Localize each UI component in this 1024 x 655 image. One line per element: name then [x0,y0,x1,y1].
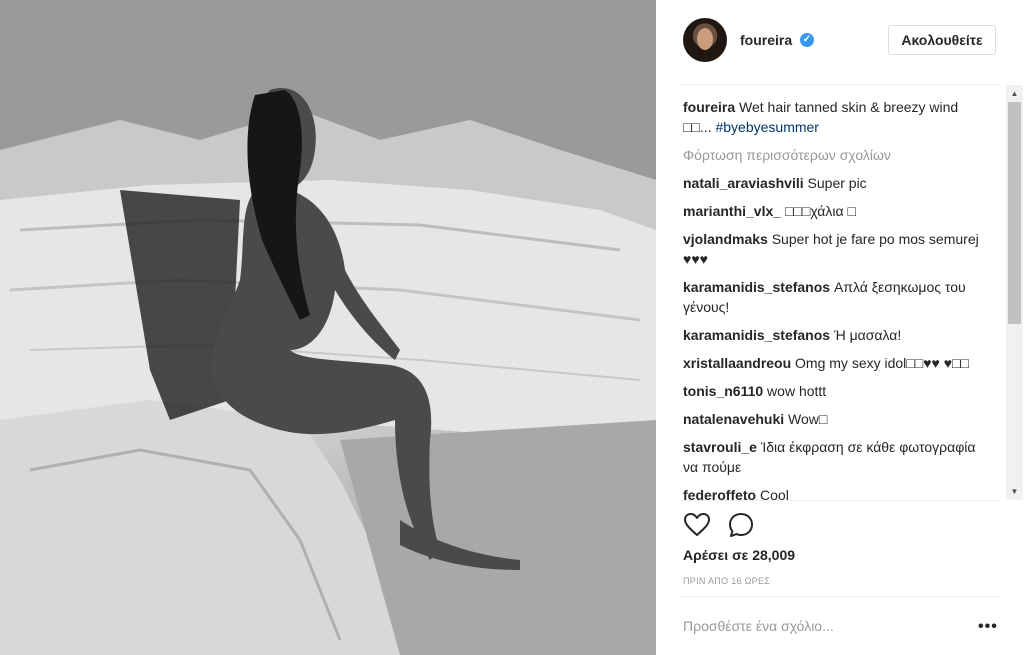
following-button[interactable]: Ακολουθείτε [888,25,996,55]
comment-username[interactable]: natalenavehuki [683,411,784,427]
comment-username[interactable]: karamanidis_stefanos [683,327,830,343]
comment-item: vjolandmaks Super hot je fare po mos sem… [683,229,980,269]
actions-divider [680,500,1000,501]
heart-icon[interactable] [683,511,711,539]
comment-username[interactable]: federoffeto [683,487,756,500]
comment-item: federoffeto Cool [683,485,980,500]
comment-bubble-icon[interactable] [727,511,755,539]
comment-item: tonis_n6110 wow hottt [683,381,980,401]
comment-item: karamanidis_stefanos Απλά ξεσηκωμος του … [683,277,980,317]
comment-text: □□□χάλια □ [784,203,856,219]
more-options-icon[interactable]: ••• [978,618,998,636]
comment-username[interactable]: natali_araviashvili [683,175,804,191]
caption-username[interactable]: foureira [683,99,735,115]
scroll-up-arrow-icon[interactable]: ▲ [1006,85,1023,102]
comments-list: foureira Wet hair tanned skin & breezy w… [683,97,980,500]
instagram-post-view: foureira ✓ Ακολουθείτε foureira Wet hair… [0,0,1024,655]
header-divider [680,84,1000,85]
post-side-panel: foureira ✓ Ακολουθείτε foureira Wet hair… [656,0,1024,655]
comment-text: Omg my sexy idol□□♥♥ ♥□□ [795,355,969,371]
comment-text: Super pic [807,175,867,191]
comment-box-divider [680,596,1000,597]
header-username[interactable]: foureira [740,32,792,48]
post-header: foureira ✓ Ακολουθείτε [656,0,1024,84]
scrollbar-thumb[interactable] [1008,102,1021,324]
comment-username[interactable]: xristallaandreou [683,355,791,371]
comment-item: natali_araviashvili Super pic [683,173,980,193]
scroll-down-arrow-icon[interactable]: ▼ [1006,483,1023,500]
comment-username[interactable]: vjolandmaks [683,231,768,247]
comment-text: wow hottt [767,383,827,399]
caption-hashtag[interactable]: #byebyesummer [715,119,819,135]
avatar[interactable] [683,18,727,62]
comment-text: Cool [760,487,789,500]
add-comment-input[interactable] [683,614,963,638]
post-timestamp: ΠΡΙΝ ΑΠΟ 16 ΩΡΕΣ [683,576,771,586]
photo-illustration [0,0,656,655]
comment-text: Ή μασαλα! [833,327,902,343]
comment-username[interactable]: stavrouli_e [683,439,757,455]
comment-username[interactable]: tonis_n6110 [683,383,763,399]
caption: foureira Wet hair tanned skin & breezy w… [683,97,980,137]
comments-scrollbar[interactable]: ▲ ▼ [1006,85,1023,500]
verified-badge-icon: ✓ [800,33,814,47]
post-photo[interactable] [0,0,656,655]
comment-item: marianthi_vlx_ □□□χάλια □ [683,201,980,221]
comment-text: Wow□ [788,411,828,427]
comment-username[interactable]: marianthi_vlx_ [683,203,781,219]
comment-item: xristallaandreou Omg my sexy idol□□♥♥ ♥□… [683,353,980,373]
comment-item: natalenavehuki Wow□ [683,409,980,429]
comment-username[interactable]: karamanidis_stefanos [683,279,830,295]
comment-item: karamanidis_stefanos Ή μασαλα! [683,325,980,345]
comment-item: stavrouli_e Ίδια έκφραση σε κάθε φωτογρα… [683,437,980,477]
load-more-comments-link[interactable]: Φόρτωση περισσότερων σχολίων [683,145,980,165]
likes-count[interactable]: Αρέσει σε 28,009 [683,547,795,563]
